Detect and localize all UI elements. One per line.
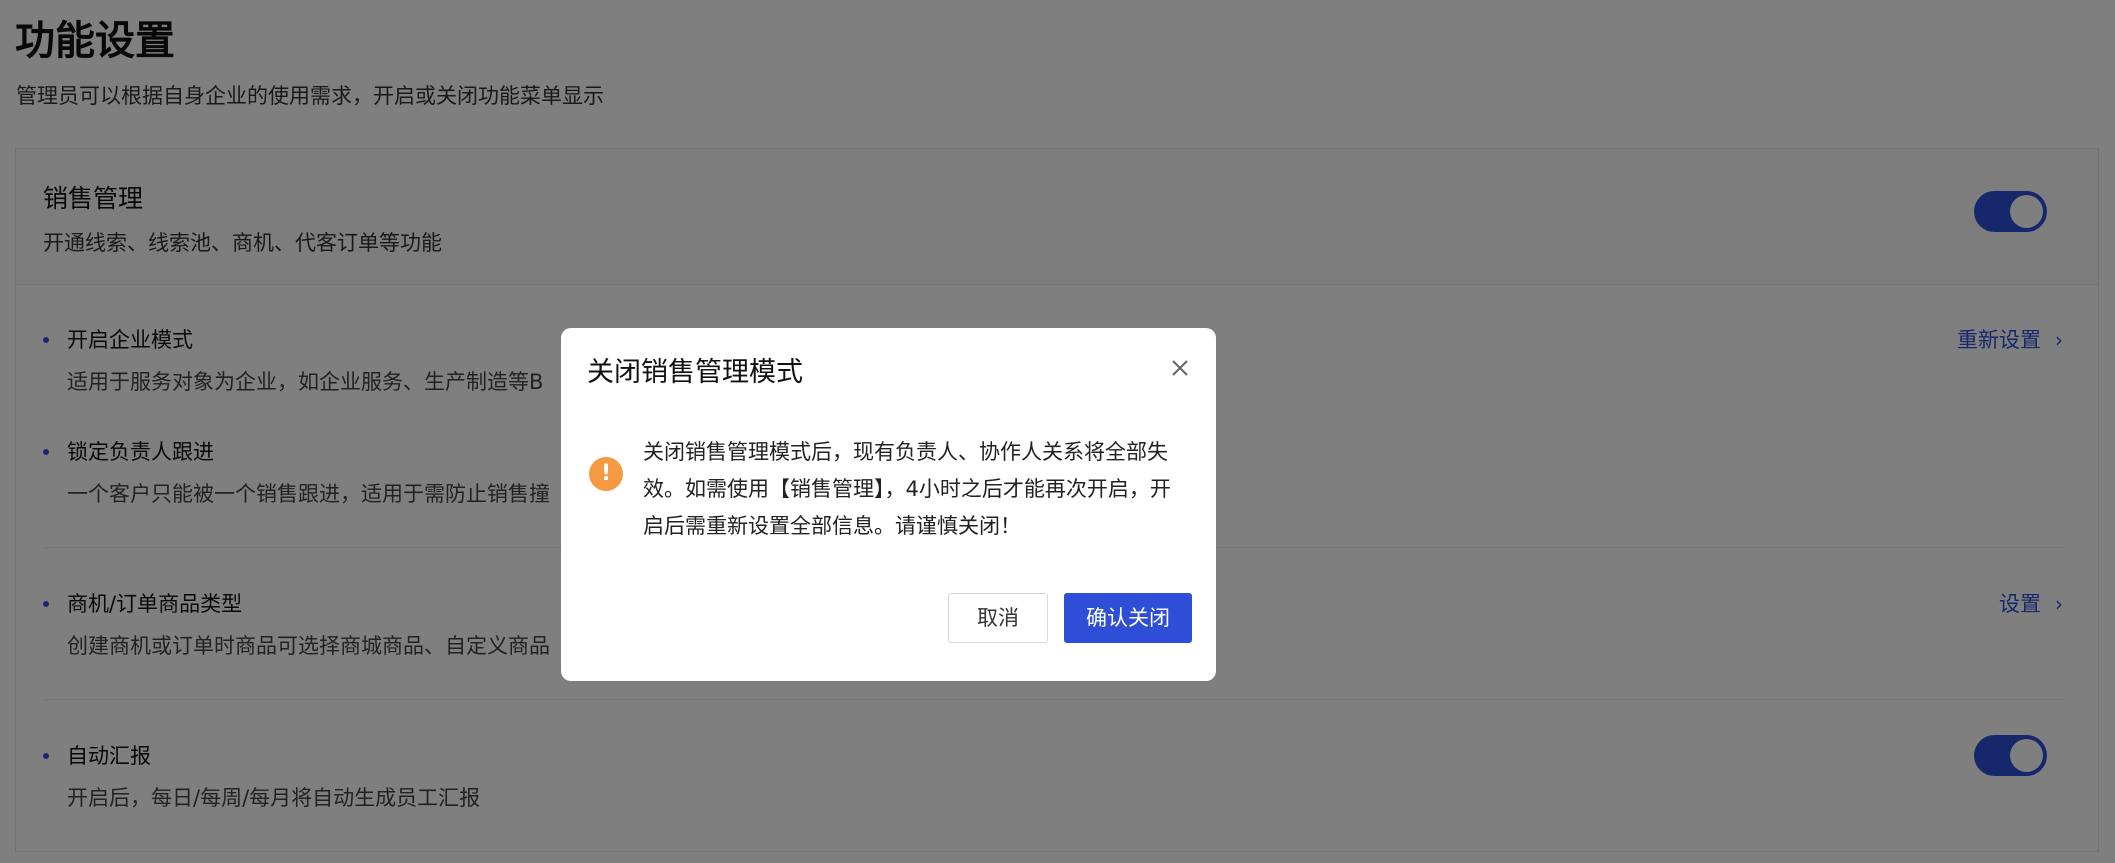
dialog-title: 关闭销售管理模式 [587, 357, 803, 388]
confirm-dialog: 关闭销售管理模式 ! 关闭销售管理模式后，现有负责人、协作人关系将全部失效。如需… [561, 328, 1216, 681]
close-button[interactable] [1166, 354, 1194, 382]
warning-icon: ! [589, 457, 623, 491]
dialog-message: 关闭销售管理模式后，现有负责人、协作人关系将全部失效。如需使用【销售管理】，4小… [643, 440, 1171, 538]
close-icon [1172, 360, 1188, 376]
cancel-button[interactable]: 取消 [948, 593, 1048, 643]
confirm-close-button[interactable]: 确认关闭 [1064, 593, 1192, 643]
